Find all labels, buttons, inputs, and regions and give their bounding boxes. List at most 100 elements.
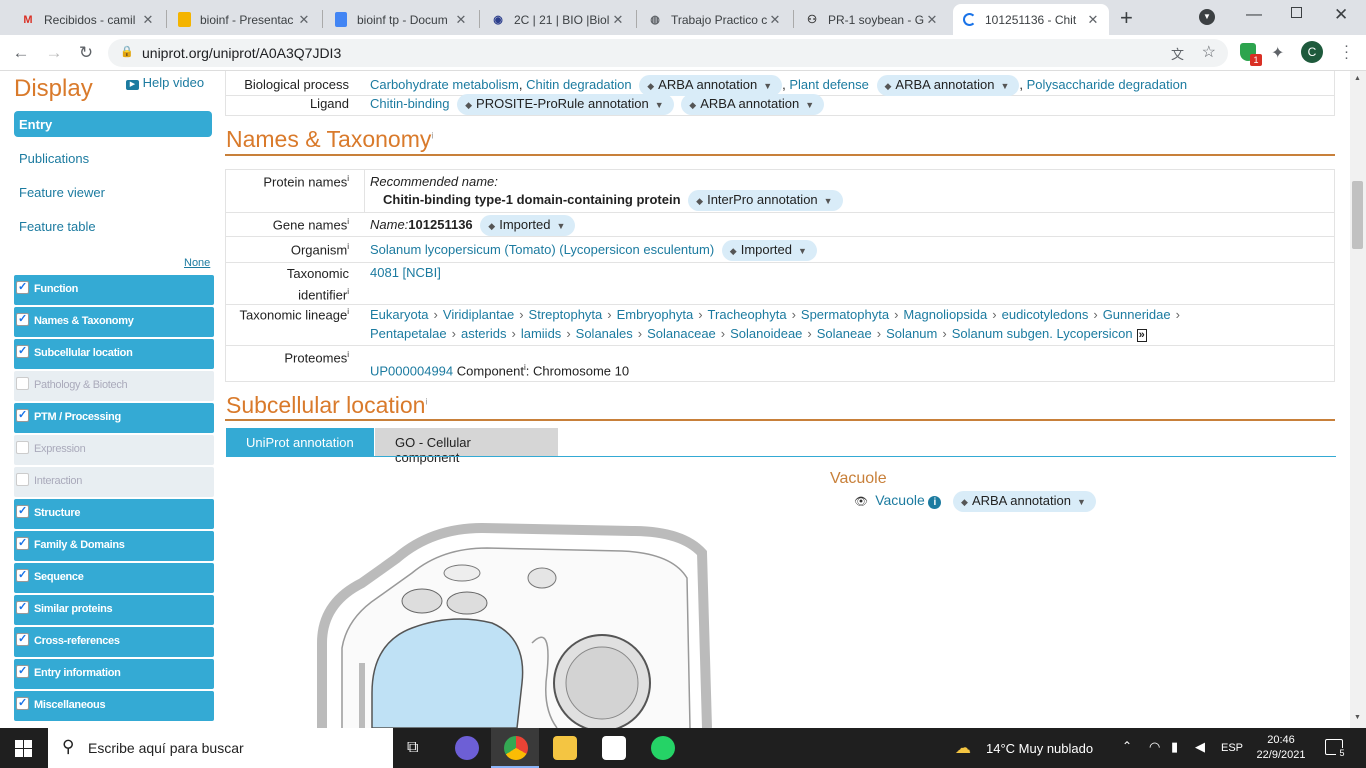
chrome-icon[interactable] [504, 736, 528, 760]
checkbox[interactable]: ✓ [16, 633, 29, 646]
section-toggle[interactable]: ✓ Miscellaneous [14, 691, 214, 721]
menu-kebab-icon[interactable]: · · · [1344, 38, 1349, 65]
section-toggle[interactable]: ✓ Names & Taxonomy [14, 307, 214, 337]
info-icon[interactable]: i [347, 217, 349, 226]
lineage-link[interactable]: Streptophyta [529, 307, 603, 322]
checkbox[interactable]: ✓ [16, 281, 29, 294]
tab-docs[interactable]: bioinf tp - Docum ✕ [325, 4, 477, 35]
profile-avatar[interactable]: C [1301, 41, 1323, 63]
close-icon[interactable]: ✕ [610, 12, 626, 28]
lineage-link[interactable]: Embryophyta [617, 307, 694, 322]
back-button[interactable]: ← [9, 41, 33, 65]
section-toggle[interactable]: ✓Pathology & Biotech [14, 371, 214, 401]
arba-annotation-badge[interactable]: ◆ ARBA annotation ▼ [639, 75, 783, 96]
prosite-annotation-badge[interactable]: ◆ PROSITE-ProRule annotation ▼ [457, 94, 674, 115]
info-icon[interactable]: i [347, 287, 349, 296]
close-icon[interactable]: ✕ [1085, 12, 1101, 28]
forward-button[interactable]: → [42, 41, 66, 65]
volume-icon[interactable]: ◀ [1195, 739, 1205, 755]
info-icon[interactable]: i [347, 174, 349, 183]
taskbar-search[interactable]: ⚲ Escribe aquí para buscar [48, 728, 393, 768]
tab-go-cellular-component[interactable]: GO - Cellular component [375, 428, 558, 465]
carbohydrate-metabolism-link[interactable]: Carbohydrate metabolism [370, 77, 519, 92]
checkbox[interactable]: ✓ [16, 345, 29, 358]
section-toggle[interactable]: ✓ Entry information [14, 659, 214, 689]
address-bar[interactable]: 🔒 uniprot.org/uniprot/A0A3Q7JDI3 文 ☆ [108, 39, 1228, 67]
checkbox[interactable]: ✓ [16, 665, 29, 678]
lineage-link[interactable]: asterids [461, 326, 507, 341]
section-toggle[interactable]: ✓ Cross-references [14, 627, 214, 657]
close-icon[interactable]: ✕ [140, 12, 156, 28]
eye-icon[interactable]: 👁 [854, 496, 868, 508]
lineage-link[interactable]: Solanaceae [647, 326, 716, 341]
clock[interactable]: 20:46 22/9/2021 [1256, 733, 1306, 763]
help-video-link[interactable]: ▶ Help video [126, 75, 204, 90]
section-toggle[interactable]: ✓ Subcellular location [14, 339, 214, 369]
lineage-link[interactable]: eudicotyledons [1002, 307, 1089, 322]
expand-lineage-icon[interactable]: » [1136, 329, 1147, 342]
store-icon[interactable] [602, 736, 626, 760]
page-scrollbar[interactable]: ▲ ▼ [1350, 71, 1366, 728]
checkbox[interactable]: ✓ [16, 505, 29, 518]
lineage-link[interactable]: Tracheophyta [708, 307, 787, 322]
lineage-link[interactable]: Solanales [576, 326, 633, 341]
imported-badge[interactable]: ◆ Imported ▼ [721, 240, 817, 261]
checkbox[interactable]: ✓ [16, 569, 29, 582]
section-toggle[interactable]: ✓ Similar proteins [14, 595, 214, 625]
select-none-link[interactable]: None [184, 257, 210, 269]
scroll-up-icon[interactable]: ▲ [1354, 75, 1361, 82]
scrollbar-thumb[interactable] [1352, 181, 1363, 249]
lineage-link[interactable]: Pentapetalae [370, 326, 447, 341]
tab-uniprot-annotation[interactable]: UniProt annotation [226, 428, 374, 456]
tab-github[interactable]: ⚇ PR-1 soybean - G ✕ [796, 4, 948, 35]
sidebar-feature-table[interactable]: Feature table [19, 219, 96, 234]
lineage-link[interactable]: Spermatophyta [801, 307, 889, 322]
plant-defense-link[interactable]: Plant defense [789, 77, 869, 92]
lineage-link[interactable]: Solanum [886, 326, 937, 341]
info-circle-icon[interactable]: i [928, 496, 942, 509]
wifi-icon[interactable]: ◠ [1149, 739, 1160, 755]
section-toggle[interactable]: ✓Expression [14, 435, 214, 465]
tab-uniprot[interactable]: 101251136 - Chit ✕ [953, 4, 1109, 35]
lineage-link[interactable]: Solanum subgen. Lycopersicon [952, 326, 1133, 341]
arba-annotation-badge[interactable]: ◆ ARBA annotation ▼ [953, 491, 1096, 512]
checkbox[interactable]: ✓ [16, 697, 29, 710]
close-icon[interactable]: ✕ [924, 12, 940, 28]
checkbox[interactable]: ✓ [16, 409, 29, 422]
section-toggle[interactable]: ✓Interaction [14, 467, 214, 497]
maximize-button[interactable] [1291, 7, 1302, 18]
bookmark-star-icon[interactable]: ☆ [1202, 42, 1216, 62]
lineage-link[interactable]: lamiids [521, 326, 561, 341]
sidebar-publications[interactable]: Publications [19, 151, 89, 166]
info-icon[interactable]: i [347, 242, 349, 251]
lineage-link[interactable]: Magnoliopsida [903, 307, 987, 322]
organism-link[interactable]: Solanum lycopersicum (Tomato) (Lycopersi… [370, 242, 714, 257]
checkbox[interactable]: ✓ [16, 441, 29, 454]
section-toggle[interactable]: ✓ PTM / Processing [14, 403, 214, 433]
taxid-link[interactable]: 4081 [370, 265, 399, 280]
tab-slides[interactable]: bioinf - Presentac ✕ [168, 4, 320, 35]
lineage-link[interactable]: Solanoideae [730, 326, 802, 341]
tab-trabajo[interactable]: ◍ Trabajo Practico c ✕ [639, 4, 791, 35]
translate-icon[interactable]: 文 [1171, 44, 1184, 63]
arba-annotation-badge[interactable]: ◆ ARBA annotation ▼ [876, 75, 1020, 96]
info-icon[interactable]: i [431, 130, 433, 140]
new-tab-button[interactable]: + [1120, 5, 1133, 31]
ncbi-link[interactable]: [NCBI] [403, 265, 441, 280]
sidebar-entry[interactable]: Entry [14, 111, 212, 137]
tab-moodle[interactable]: ◉ 2C | 21 | BIO |Biol ✕ [482, 4, 634, 35]
whatsapp-icon[interactable] [651, 736, 675, 760]
chitin-degradation-link[interactable]: Chitin degradation [526, 77, 632, 92]
chevron-up-icon[interactable]: ⌃ [1122, 739, 1132, 753]
vacuole-link[interactable]: Vacuole [875, 492, 925, 508]
proteome-link[interactable]: UP000004994 [370, 363, 453, 378]
tab-gmail[interactable]: M Recibidos - camil ✕ [12, 4, 164, 35]
file-explorer-icon[interactable] [553, 736, 577, 760]
checkbox[interactable]: ✓ [16, 473, 29, 486]
discord-icon[interactable] [455, 736, 479, 760]
section-toggle[interactable]: ✓ Structure [14, 499, 214, 529]
section-toggle[interactable]: ✓ Sequence [14, 563, 214, 593]
windows-start-icon[interactable] [15, 740, 32, 757]
section-toggle[interactable]: ✓ Function [14, 275, 214, 305]
minimize-button[interactable]: — [1246, 6, 1262, 24]
